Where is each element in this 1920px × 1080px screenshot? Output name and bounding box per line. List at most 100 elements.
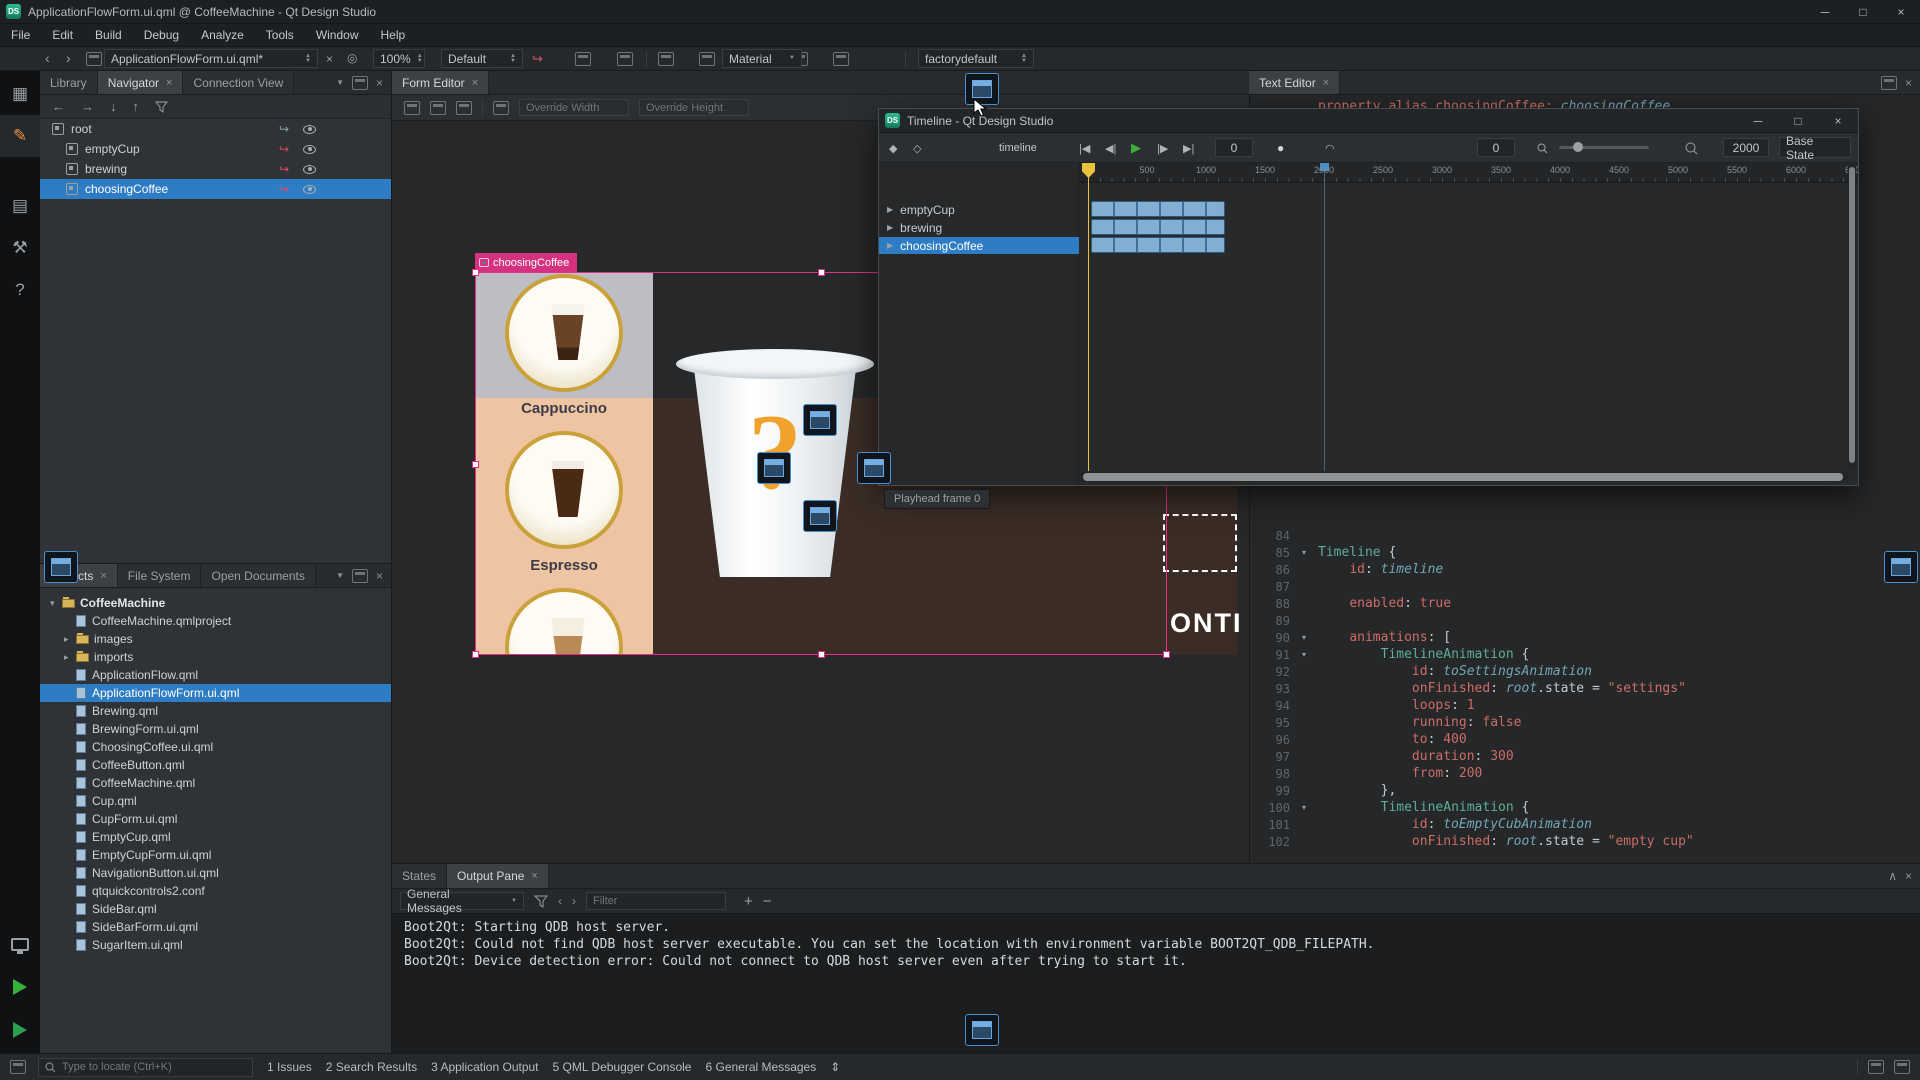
project-item[interactable]: ▸imports	[40, 648, 391, 666]
tab-form-editor[interactable]: Form Editor×	[392, 71, 489, 94]
project-item[interactable]: CoffeeButton.qml	[40, 756, 391, 774]
status-pane-button[interactable]: 1 Issues	[267, 1060, 312, 1074]
keyframe-track-emptyCup[interactable]	[1091, 201, 1225, 217]
override-height-field[interactable]: Override Height	[639, 99, 749, 116]
resize-tool-icon[interactable]	[456, 101, 472, 115]
maximize-button[interactable]: □	[1844, 0, 1882, 23]
project-item[interactable]: BrewingForm.ui.qml	[40, 720, 391, 738]
filter-input[interactable]	[586, 892, 726, 910]
sidebar-toggle-icon[interactable]	[10, 1060, 26, 1074]
timeline-row-brewing[interactable]: ▶brewing	[879, 219, 1079, 236]
project-item[interactable]: Cup.qml	[40, 792, 391, 810]
tab-file-system[interactable]: File System	[118, 564, 202, 587]
project-item[interactable]: ChoosingCoffee.ui.qml	[40, 738, 391, 756]
locator[interactable]	[38, 1058, 253, 1077]
close-document-icon[interactable]: ×	[326, 52, 333, 66]
timeline-settings-icon[interactable]: ◆	[889, 138, 897, 158]
navigator-item-emptyCup[interactable]: emptyCup↪	[40, 139, 391, 159]
tab-states[interactable]: States	[392, 864, 447, 888]
project-item[interactable]: EmptyCupForm.ui.qml	[40, 846, 391, 864]
minimize-button[interactable]: ─	[1738, 109, 1778, 132]
project-item[interactable]: qtquickcontrols2.conf	[40, 882, 391, 900]
to-start-icon[interactable]: |◀	[1079, 138, 1090, 158]
timeline-end-marker[interactable]	[1320, 163, 1329, 171]
move-right-icon[interactable]: →	[81, 99, 94, 114]
tab-library[interactable]: Library	[40, 71, 98, 94]
close-button[interactable]: ×	[1882, 0, 1920, 23]
project-item[interactable]: CoffeeMachine.qmlproject	[40, 612, 391, 630]
timeline-shear-icon[interactable]: ◇	[913, 138, 921, 158]
espresso-image[interactable]	[505, 431, 623, 549]
move-up-icon[interactable]: ↑	[133, 99, 140, 114]
vertical-scrollbar[interactable]	[1848, 165, 1856, 469]
expand-pane-icon[interactable]: ∧	[1888, 869, 1897, 883]
select-tool-icon[interactable]	[404, 101, 420, 115]
project-item[interactable]: CoffeeMachine.qml	[40, 774, 391, 792]
to-end-icon[interactable]: ▶|	[1183, 138, 1194, 158]
close-icon[interactable]: ×	[472, 77, 478, 89]
project-item[interactable]: NavigationButton.ui.qml	[40, 864, 391, 882]
base-state-button[interactable]: Base State	[1779, 137, 1851, 158]
timeline-selector[interactable]: timeline	[999, 138, 1037, 158]
channel-selector[interactable]: General Messages▼	[400, 892, 524, 910]
chevron-down-icon[interactable]: ▼	[336, 571, 344, 580]
tab-connection-view[interactable]: Connection View	[183, 71, 294, 94]
tools-icon[interactable]: ⚒	[0, 227, 40, 269]
continue-button-fragment[interactable]: ONTI	[1170, 608, 1243, 639]
playhead-frame-field[interactable]: 0	[1215, 138, 1253, 157]
play-icon[interactable]: ▶	[1131, 138, 1141, 158]
status-pane-button[interactable]: 6 General Messages	[705, 1060, 816, 1074]
zoom-in-icon[interactable]	[1685, 138, 1698, 158]
zoom-slider[interactable]	[1559, 146, 1649, 149]
back-button[interactable]: ‹	[45, 51, 50, 65]
close-editor-icon[interactable]: ×	[1905, 76, 1912, 90]
project-item[interactable]: Brewing.qml	[40, 702, 391, 720]
close-pane-icon[interactable]: ×	[1905, 869, 1912, 883]
menu-item-window[interactable]: Window	[305, 24, 370, 46]
screen-icon[interactable]	[1894, 1060, 1910, 1074]
close-icon[interactable]: ×	[100, 570, 106, 582]
current-keyframe-field[interactable]: 0	[1477, 138, 1515, 157]
prev-frame-icon[interactable]: ◀|	[1105, 138, 1116, 158]
next-frame-icon[interactable]: |▶	[1157, 138, 1168, 158]
run-button[interactable]	[0, 966, 40, 1008]
close-icon[interactable]: ×	[166, 77, 172, 89]
bookmark-icon[interactable]	[86, 52, 102, 66]
project-item[interactable]: SideBar.qml	[40, 900, 391, 918]
project-item[interactable]: ▸images	[40, 630, 391, 648]
debug-mode-icon[interactable]: ▤	[0, 185, 40, 227]
project-item[interactable]: EmptyCup.qml	[40, 828, 391, 846]
timeline-window[interactable]: DS Timeline - Qt Design Studio ─ □ × ◆ ◇…	[878, 108, 1859, 486]
close-panel-icon[interactable]: ×	[376, 569, 383, 583]
move-down-icon[interactable]: ↓	[110, 99, 117, 114]
move-left-icon[interactable]: ←	[52, 99, 65, 114]
maximize-button[interactable]: □	[1778, 109, 1818, 132]
navigator-item-brewing[interactable]: brewing↪	[40, 159, 391, 179]
close-panel-icon[interactable]: ×	[376, 76, 383, 90]
prev-item-icon[interactable]: ‹	[558, 894, 562, 908]
float-panel-icon[interactable]	[352, 76, 368, 90]
move-tool-icon[interactable]	[430, 101, 446, 115]
debug-run-button[interactable]	[0, 1009, 40, 1051]
menu-item-build[interactable]: Build	[84, 24, 133, 46]
design-mode-icon[interactable]: ✎	[0, 115, 40, 157]
zoom-in-icon[interactable]: +	[744, 893, 753, 910]
menu-item-debug[interactable]: Debug	[133, 24, 190, 46]
menu-item-tools[interactable]: Tools	[255, 24, 305, 46]
project-item[interactable]: ▾CoffeeMachine	[40, 594, 391, 612]
zoom-out-icon[interactable]: −	[763, 893, 772, 910]
frame-tool-icon-4[interactable]	[699, 52, 715, 66]
progress-icon[interactable]	[1868, 1060, 1884, 1074]
next-item-icon[interactable]: ›	[572, 894, 576, 908]
timeline-row-choosingCoffee[interactable]: ▶choosingCoffee	[879, 237, 1079, 254]
float-panel-icon[interactable]	[352, 569, 368, 583]
pane-menu-icon[interactable]: ⇕	[830, 1060, 840, 1074]
project-item[interactable]: ApplicationFlow.qml	[40, 666, 391, 684]
status-pane-button[interactable]: 3 Application Output	[431, 1060, 538, 1074]
project-item[interactable]: CupForm.ui.qml	[40, 810, 391, 828]
close-icon[interactable]: ×	[531, 870, 537, 882]
minimize-button[interactable]: ─	[1806, 0, 1844, 23]
tab-navigator[interactable]: Navigator×	[98, 71, 184, 94]
keyframe-track-brewing[interactable]	[1091, 219, 1225, 235]
menu-item-file[interactable]: File	[0, 24, 41, 46]
